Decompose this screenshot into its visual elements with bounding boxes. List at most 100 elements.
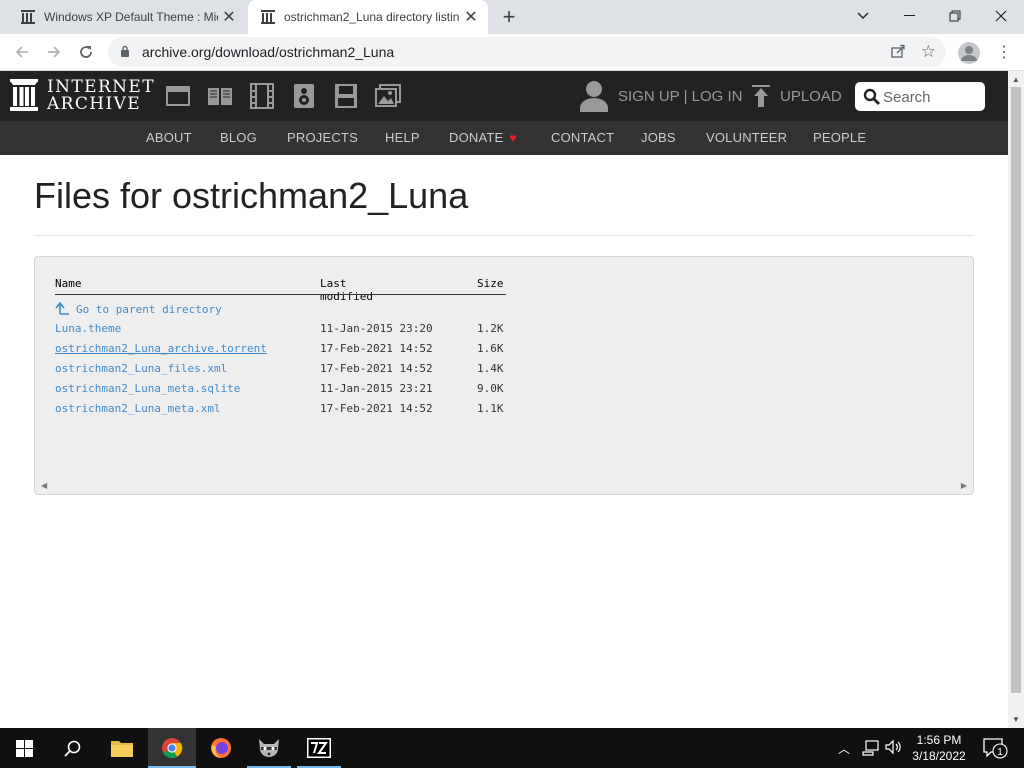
column-header-size[interactable]: Size <box>477 277 504 290</box>
file-link[interactable]: ostrichman2_Luna_meta.xml <box>55 402 221 415</box>
search-input[interactable] <box>883 86 979 108</box>
tab-close-icon[interactable]: ✕ <box>460 6 482 28</box>
7zip-button[interactable] <box>295 728 343 768</box>
search-icon[interactable] <box>863 88 880 105</box>
software-icon[interactable] <box>333 83 359 109</box>
show-hidden-icons-chevron-icon[interactable]: ︿ <box>838 740 850 757</box>
search-icon <box>63 740 80 757</box>
7zip-icon <box>307 738 331 758</box>
notification-count: 1 <box>997 747 1003 758</box>
tab-directory-listing[interactable]: ostrichman2_Luna directory listin ✕ <box>248 0 488 34</box>
archive-favicon-icon <box>261 10 275 24</box>
search-button[interactable] <box>48 728 96 768</box>
chrome-button[interactable] <box>148 728 196 768</box>
address-bar[interactable]: archive.org/download/ostrichman2_Luna ☆ <box>108 37 946 67</box>
back-button[interactable] <box>8 38 36 66</box>
clock-date: 3/18/2022 <box>912 749 966 763</box>
file-link[interactable]: Luna.theme <box>55 322 121 335</box>
ia-sub-nav: ABOUT BLOG PROJECTS HELP DONATE ♥ CONTACT… <box>0 121 1008 155</box>
scroll-up-icon[interactable]: ▲ <box>1012 75 1020 84</box>
scroll-right-icon[interactable]: ▶ <box>961 481 967 490</box>
volume-icon[interactable] <box>885 739 903 755</box>
close-window-button[interactable] <box>978 0 1024 32</box>
internet-archive-wordmark[interactable]: INTERNET ARCHIVE <box>47 79 155 113</box>
file-explorer-button[interactable] <box>98 728 146 768</box>
raccoon-app-icon <box>259 739 279 757</box>
tab-title: Windows XP Default Theme : Mic <box>44 10 218 24</box>
upload-link[interactable]: UPLOAD <box>780 88 842 105</box>
page-viewport: INTERNET ARCHIVE SIGN UP | LOG IN UPLOAD… <box>0 71 1008 728</box>
audio-icon[interactable] <box>291 83 317 109</box>
tab-strip: Windows XP Default Theme : Mic ✕ ostrich… <box>0 0 1024 34</box>
new-tab-button[interactable]: + <box>496 4 522 29</box>
browser-menu-icon[interactable]: ⋮ <box>996 42 1012 64</box>
nav-volunteer[interactable]: VOLUNTEER <box>706 130 787 145</box>
nav-contact[interactable]: CONTACT <box>551 130 614 145</box>
system-clock[interactable]: 1:56 PM 3/18/2022 <box>908 732 970 764</box>
tab-windows-xp-theme[interactable]: Windows XP Default Theme : Mic ✕ <box>8 0 246 34</box>
url-text[interactable]: archive.org/download/ostrichman2_Luna <box>142 44 394 60</box>
nav-donate[interactable]: DONATE ♥ <box>449 130 517 145</box>
browser-toolbar: archive.org/download/ostrichman2_Luna ☆ … <box>0 34 1024 71</box>
profile-avatar-icon[interactable] <box>958 42 980 64</box>
tab-title: ostrichman2_Luna directory listin <box>284 10 460 24</box>
file-modified: 11-Jan-2015 23:21 <box>320 382 433 395</box>
file-link[interactable]: ostrichman2_Luna_files.xml <box>55 362 227 375</box>
notification-center-icon[interactable]: 1 <box>983 738 1011 760</box>
file-explorer-icon <box>111 741 133 757</box>
header-rule <box>55 294 506 295</box>
upload-icon[interactable] <box>752 85 770 107</box>
internet-archive-logo-icon[interactable] <box>10 79 38 111</box>
firefox-icon <box>211 738 231 758</box>
column-header-name[interactable]: Name <box>55 277 82 290</box>
sign-up-log-in-link[interactable]: SIGN UP | LOG IN <box>618 88 742 105</box>
share-icon[interactable] <box>890 43 906 59</box>
network-icon[interactable] <box>862 740 880 756</box>
heart-icon: ♥ <box>509 131 517 145</box>
nav-help[interactable]: HELP <box>385 130 420 145</box>
directory-listing: Name Last modified Size Go to parent dir… <box>34 256 974 495</box>
nav-blog[interactable]: BLOG <box>220 130 257 145</box>
scroll-left-icon[interactable]: ◀ <box>41 481 47 490</box>
column-header-modified[interactable]: Last modified <box>320 277 373 303</box>
tab-search-chevron-icon[interactable] <box>840 0 886 32</box>
tab-close-icon[interactable]: ✕ <box>218 6 240 28</box>
firefox-button[interactable] <box>197 728 245 768</box>
file-link[interactable]: ostrichman2_Luna_archive.torrent <box>55 342 267 355</box>
windows-logo-icon <box>15 739 33 757</box>
divider <box>34 235 974 236</box>
lock-icon[interactable] <box>120 45 130 58</box>
file-modified: 11-Jan-2015 23:20 <box>320 322 433 335</box>
nav-about[interactable]: ABOUT <box>146 130 192 145</box>
user-icon[interactable] <box>580 80 608 112</box>
start-button[interactable] <box>0 728 48 768</box>
reload-button[interactable] <box>72 38 100 66</box>
file-size: 1.2K <box>477 322 504 335</box>
file-size: 1.6K <box>477 342 504 355</box>
parent-directory-link[interactable]: Go to parent directory <box>55 301 222 316</box>
video-icon[interactable] <box>249 83 275 109</box>
file-link[interactable]: ostrichman2_Luna_meta.sqlite <box>55 382 240 395</box>
images-icon[interactable] <box>375 83 401 109</box>
raccoon-app-button[interactable] <box>245 728 293 768</box>
forward-button[interactable] <box>40 38 68 66</box>
restore-button[interactable] <box>932 0 978 32</box>
bookmark-star-icon[interactable]: ☆ <box>921 42 936 62</box>
scroll-down-icon[interactable]: ▼ <box>1012 715 1020 724</box>
page-title: Files for ostrichman2_Luna <box>34 175 469 216</box>
search-box <box>855 82 985 111</box>
web-icon[interactable] <box>165 83 191 109</box>
file-modified: 17-Feb-2021 14:52 <box>320 342 433 355</box>
file-size: 9.0K <box>477 382 504 395</box>
up-arrow-icon <box>55 301 69 315</box>
file-size: 1.4K <box>477 362 504 375</box>
nav-jobs[interactable]: JOBS <box>641 130 676 145</box>
nav-projects[interactable]: PROJECTS <box>287 130 358 145</box>
vertical-scrollbar[interactable]: ▲ ▼ <box>1008 71 1024 728</box>
wordmark-line2: ARCHIVE <box>47 94 142 114</box>
texts-icon[interactable] <box>207 83 233 109</box>
nav-people[interactable]: PEOPLE <box>813 130 866 145</box>
minimize-button[interactable] <box>886 0 932 32</box>
ia-top-bar: INTERNET ARCHIVE SIGN UP | LOG IN UPLOAD <box>0 71 1008 121</box>
scrollbar-thumb[interactable] <box>1011 87 1021 693</box>
